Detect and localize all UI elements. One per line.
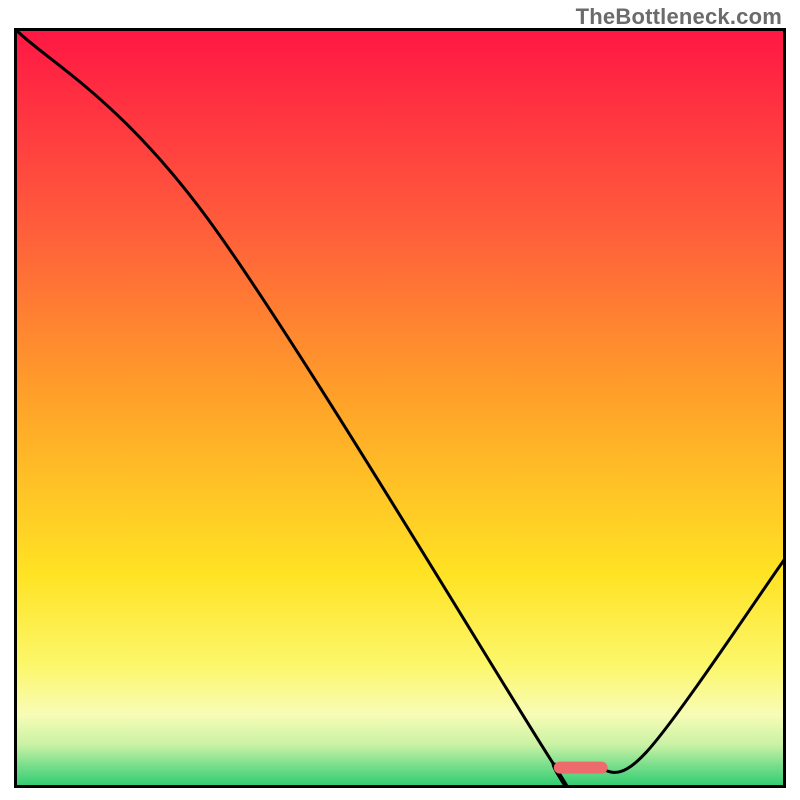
watermark-label: TheBottleneck.com <box>576 4 782 30</box>
bottleneck-chart <box>14 28 786 788</box>
chart-container: TheBottleneck.com <box>0 0 800 800</box>
plot-background <box>16 30 785 787</box>
optimal-marker <box>554 762 608 774</box>
